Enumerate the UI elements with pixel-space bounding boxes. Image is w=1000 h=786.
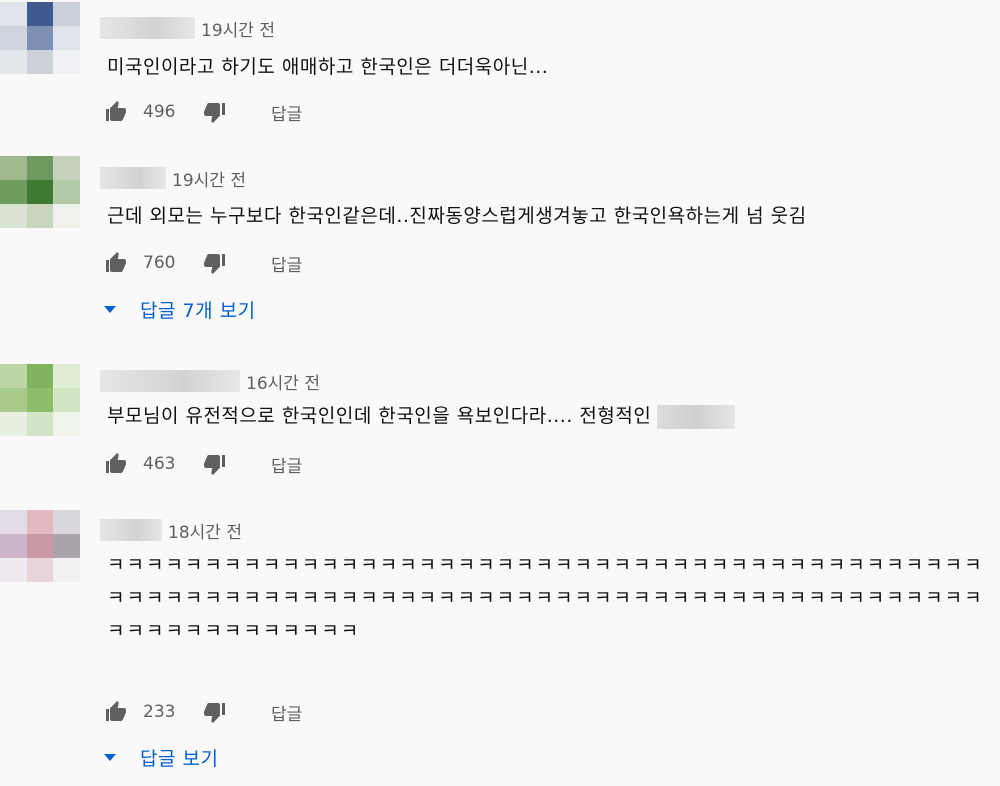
comment-actions: 463 답글 <box>104 450 302 478</box>
thumbs-down-icon[interactable] <box>203 251 227 275</box>
like-count: 463 <box>143 454 176 474</box>
thumbs-up-icon[interactable] <box>104 100 128 124</box>
avatar-pixel <box>53 26 80 50</box>
thumbs-up-icon[interactable] <box>104 251 128 275</box>
view-replies-button[interactable]: 답글 7개 보기 <box>104 295 256 323</box>
avatar-pixel <box>53 2 80 26</box>
caret-down-icon <box>104 753 116 761</box>
avatar-pixel <box>26 2 54 26</box>
caret-down-icon <box>104 305 116 313</box>
like-count: 496 <box>143 102 176 122</box>
avatar-pixel <box>26 180 54 204</box>
thumbs-up-icon[interactable] <box>104 700 128 724</box>
avatar-pixel <box>0 50 27 74</box>
avatar[interactable] <box>0 156 80 228</box>
reply-button[interactable]: 답글 <box>271 452 302 477</box>
avatar-pixel <box>26 156 54 180</box>
like-count: 233 <box>143 702 176 722</box>
view-replies-label: 답글 7개 보기 <box>140 299 256 322</box>
reply-button[interactable]: 답글 <box>271 251 302 276</box>
thumbs-down-icon[interactable] <box>203 100 227 124</box>
avatar-pixel <box>0 156 27 180</box>
avatar-pixel <box>53 50 80 74</box>
avatar-pixel <box>53 510 80 534</box>
avatar-pixel <box>53 180 80 204</box>
avatar-pixel <box>26 412 54 436</box>
avatar-pixel <box>53 204 80 228</box>
avatar-pixel <box>0 510 27 534</box>
comment-actions: 496 답글 <box>104 98 302 126</box>
comment-text: 부모님이 유전적으로 한국인인데 한국인을 욕보인다라.... 전형적인 <box>107 400 987 433</box>
avatar-pixel <box>0 558 27 582</box>
author-name-redacted[interactable] <box>100 167 166 189</box>
avatar-pixel <box>0 2 27 26</box>
avatar-pixel <box>53 388 80 412</box>
avatar[interactable] <box>0 364 80 436</box>
avatar-pixel <box>26 558 54 582</box>
thumbs-up-icon[interactable] <box>104 452 128 476</box>
comment-text: 미국인이라고 하기도 애매하고 한국인은 더더욱아닌... <box>107 56 549 78</box>
avatar-pixel <box>53 558 80 582</box>
author-name-redacted[interactable] <box>100 370 240 392</box>
avatar-pixel <box>0 204 27 228</box>
avatar-pixel <box>26 364 54 388</box>
view-replies-button[interactable]: 답글 보기 <box>104 743 218 771</box>
comment-time[interactable]: 18시간 전 <box>168 518 242 543</box>
thumbs-down-icon[interactable] <box>203 452 227 476</box>
comment-actions: 233 답글 <box>104 698 302 726</box>
avatar-pixel <box>26 50 54 74</box>
avatar[interactable] <box>0 2 80 74</box>
thumbs-down-icon[interactable] <box>203 700 227 724</box>
avatar-pixel <box>53 412 80 436</box>
author-name-redacted[interactable] <box>100 519 162 541</box>
avatar-pixel <box>26 204 54 228</box>
avatar-pixel <box>0 388 27 412</box>
like-count: 760 <box>143 253 176 273</box>
redacted-word <box>657 404 736 429</box>
view-replies-label: 답글 보기 <box>140 747 219 770</box>
avatar[interactable] <box>0 510 80 582</box>
comment-time[interactable]: 16시간 전 <box>246 369 320 394</box>
avatar-pixel <box>26 26 54 50</box>
avatar-pixel <box>0 364 27 388</box>
avatar-pixel <box>0 180 27 204</box>
avatar-pixel <box>0 534 27 558</box>
avatar-pixel <box>53 364 80 388</box>
comment-actions: 760 답글 <box>104 249 302 277</box>
reply-button[interactable]: 답글 <box>271 700 302 725</box>
comment-text-content: 부모님이 유전적으로 한국인인데 한국인을 욕보인다라.... 전형적인 <box>107 405 652 427</box>
avatar-pixel <box>53 534 80 558</box>
comment-text: ㅋㅋㅋㅋㅋㅋㅋㅋㅋㅋㅋㅋㅋㅋㅋㅋㅋㅋㅋㅋㅋㅋㅋㅋㅋㅋㅋㅋㅋㅋㅋㅋㅋㅋㅋㅋㅋㅋㅋㅋ… <box>107 554 984 642</box>
avatar-pixel <box>26 388 54 412</box>
avatar-pixel <box>0 26 27 50</box>
reply-button[interactable]: 답글 <box>271 100 302 125</box>
comment-text: 근데 외모는 누구보다 한국인같은데..진짜동양스럽게생겨놓고 한국인욕하는게 … <box>107 205 807 227</box>
author-name-redacted[interactable] <box>100 17 195 39</box>
avatar-pixel <box>26 510 54 534</box>
avatar-pixel <box>26 534 54 558</box>
avatar-pixel <box>0 412 27 436</box>
comment-time[interactable]: 19시간 전 <box>201 16 275 41</box>
comment-time[interactable]: 19시간 전 <box>172 166 246 191</box>
avatar-pixel <box>53 156 80 180</box>
